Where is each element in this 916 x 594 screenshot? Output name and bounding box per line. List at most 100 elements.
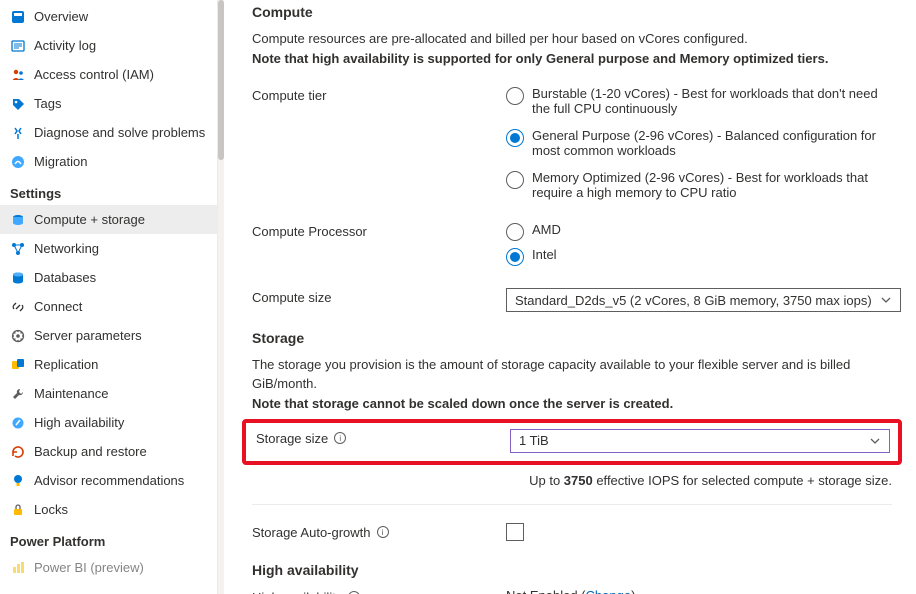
nav-label: Server parameters (34, 328, 142, 343)
nav-label: Activity log (34, 38, 96, 53)
sidebar-scrollbar[interactable] (218, 0, 224, 594)
storage-size-highlight: Storage size i 1 TiB (242, 419, 902, 465)
nav-label: Replication (34, 357, 98, 372)
radio-checked-icon (506, 248, 524, 266)
nav-label: Migration (34, 154, 87, 169)
nav-server-parameters[interactable]: Server parameters (0, 321, 217, 350)
info-icon[interactable]: i (377, 526, 389, 538)
nav-power-bi[interactable]: Power BI (preview) (0, 553, 217, 582)
compute-desc: Compute resources are pre-allocated and … (252, 30, 892, 48)
main-content: Compute Compute resources are pre-alloca… (224, 0, 916, 594)
migration-icon (10, 154, 26, 170)
proc-intel[interactable]: Intel (506, 247, 892, 266)
nav-backup-restore[interactable]: Backup and restore (0, 437, 217, 466)
nav-tags[interactable]: Tags (0, 89, 217, 118)
nav-label: Overview (34, 9, 88, 24)
nav-label: Diagnose and solve problems (34, 125, 205, 140)
nav-overview[interactable]: Overview (0, 2, 217, 31)
compute-size-label: Compute size (252, 288, 506, 305)
connect-icon (10, 299, 26, 315)
nav-migration[interactable]: Migration (0, 147, 217, 176)
high-availability-icon (10, 415, 26, 431)
nav-label: Networking (34, 241, 99, 256)
nav-high-availability[interactable]: High availability (0, 408, 217, 437)
storage-desc: The storage you provision is the amount … (252, 356, 892, 392)
nav-advisor[interactable]: Advisor recommendations (0, 466, 217, 495)
databases-icon (10, 270, 26, 286)
power-bi-icon (10, 560, 26, 576)
compute-heading: Compute (252, 4, 892, 20)
server-parameters-icon (10, 328, 26, 344)
ha-label: High availability i (252, 588, 506, 594)
tier-burstable[interactable]: Burstable (1-20 vCores) - Best for workl… (506, 86, 892, 116)
nav-label: Tags (34, 96, 61, 111)
nav-label: Power BI (preview) (34, 560, 144, 575)
diagnose-icon (10, 125, 26, 141)
autogrow-checkbox[interactable] (506, 523, 524, 541)
tier-general-purpose[interactable]: General Purpose (2-96 vCores) - Balanced… (506, 128, 892, 158)
radio-icon (506, 87, 524, 105)
nav-maintenance[interactable]: Maintenance (0, 379, 217, 408)
storage-size-label: Storage size i (256, 429, 510, 446)
activity-log-icon (10, 38, 26, 54)
compute-storage-icon (10, 212, 26, 228)
maintenance-icon (10, 386, 26, 402)
proc-text: Intel (532, 247, 557, 262)
nav-replication[interactable]: Replication (0, 350, 217, 379)
radio-checked-icon (506, 129, 524, 147)
storage-size-select[interactable]: 1 TiB (510, 429, 890, 453)
tier-text: Burstable (1-20 vCores) - Best for workl… (532, 86, 892, 116)
compute-note: Note that high availability is supported… (252, 50, 892, 68)
storage-size-value: 1 TiB (519, 433, 549, 448)
nav-label: Connect (34, 299, 82, 314)
nav-networking[interactable]: Networking (0, 234, 217, 263)
nav-locks[interactable]: Locks (0, 495, 217, 524)
proc-text: AMD (532, 222, 561, 237)
nav-databases[interactable]: Databases (0, 263, 217, 292)
ha-value-row: Not Enabled (Change) (506, 588, 892, 594)
tier-text: General Purpose (2-96 vCores) - Balanced… (532, 128, 892, 158)
nav-label: Maintenance (34, 386, 108, 401)
nav-label: Access control (IAM) (34, 67, 154, 82)
compute-size-select[interactable]: Standard_D2ds_v5 (2 vCores, 8 GiB memory… (506, 288, 901, 312)
tier-text: Memory Optimized (2-96 vCores) - Best fo… (532, 170, 892, 200)
scroll-thumb[interactable] (218, 0, 224, 160)
networking-icon (10, 241, 26, 257)
overview-icon (10, 9, 26, 25)
tier-memory-optimized[interactable]: Memory Optimized (2-96 vCores) - Best fo… (506, 170, 892, 200)
chevron-down-icon (880, 294, 892, 306)
storage-autogrow-label: Storage Auto-growth i (252, 523, 506, 540)
ha-change-link[interactable]: Change (586, 588, 632, 594)
proc-amd[interactable]: AMD (506, 222, 892, 241)
radio-icon (506, 223, 524, 241)
nav-label: Databases (34, 270, 96, 285)
compute-tier-label: Compute tier (252, 86, 506, 103)
nav-label: Locks (34, 502, 68, 517)
backup-restore-icon (10, 444, 26, 460)
tags-icon (10, 96, 26, 112)
nav-label: Advisor recommendations (34, 473, 184, 488)
nav-label: Backup and restore (34, 444, 147, 459)
divider (252, 504, 892, 505)
sidebar: Overview Activity log Access control (IA… (0, 0, 218, 594)
nav-activity-log[interactable]: Activity log (0, 31, 217, 60)
nav-compute-storage[interactable]: Compute + storage (0, 205, 217, 234)
nav-access-control[interactable]: Access control (IAM) (0, 60, 217, 89)
group-power-platform: Power Platform (0, 524, 217, 553)
compute-size-value: Standard_D2ds_v5 (2 vCores, 8 GiB memory… (515, 293, 872, 308)
locks-icon (10, 502, 26, 518)
storage-note: Note that storage cannot be scaled down … (252, 395, 892, 413)
ha-value: Not Enabled (506, 588, 578, 594)
nav-connect[interactable]: Connect (0, 292, 217, 321)
storage-heading: Storage (252, 330, 892, 346)
nav-diagnose[interactable]: Diagnose and solve problems (0, 118, 217, 147)
nav-label: High availability (34, 415, 124, 430)
ha-heading: High availability (252, 562, 892, 578)
advisor-icon (10, 473, 26, 489)
chevron-down-icon (869, 435, 881, 447)
replication-icon (10, 357, 26, 373)
iops-text: Up to 3750 effective IOPS for selected c… (252, 473, 892, 488)
group-settings: Settings (0, 176, 217, 205)
info-icon[interactable]: i (334, 432, 346, 444)
radio-icon (506, 171, 524, 189)
